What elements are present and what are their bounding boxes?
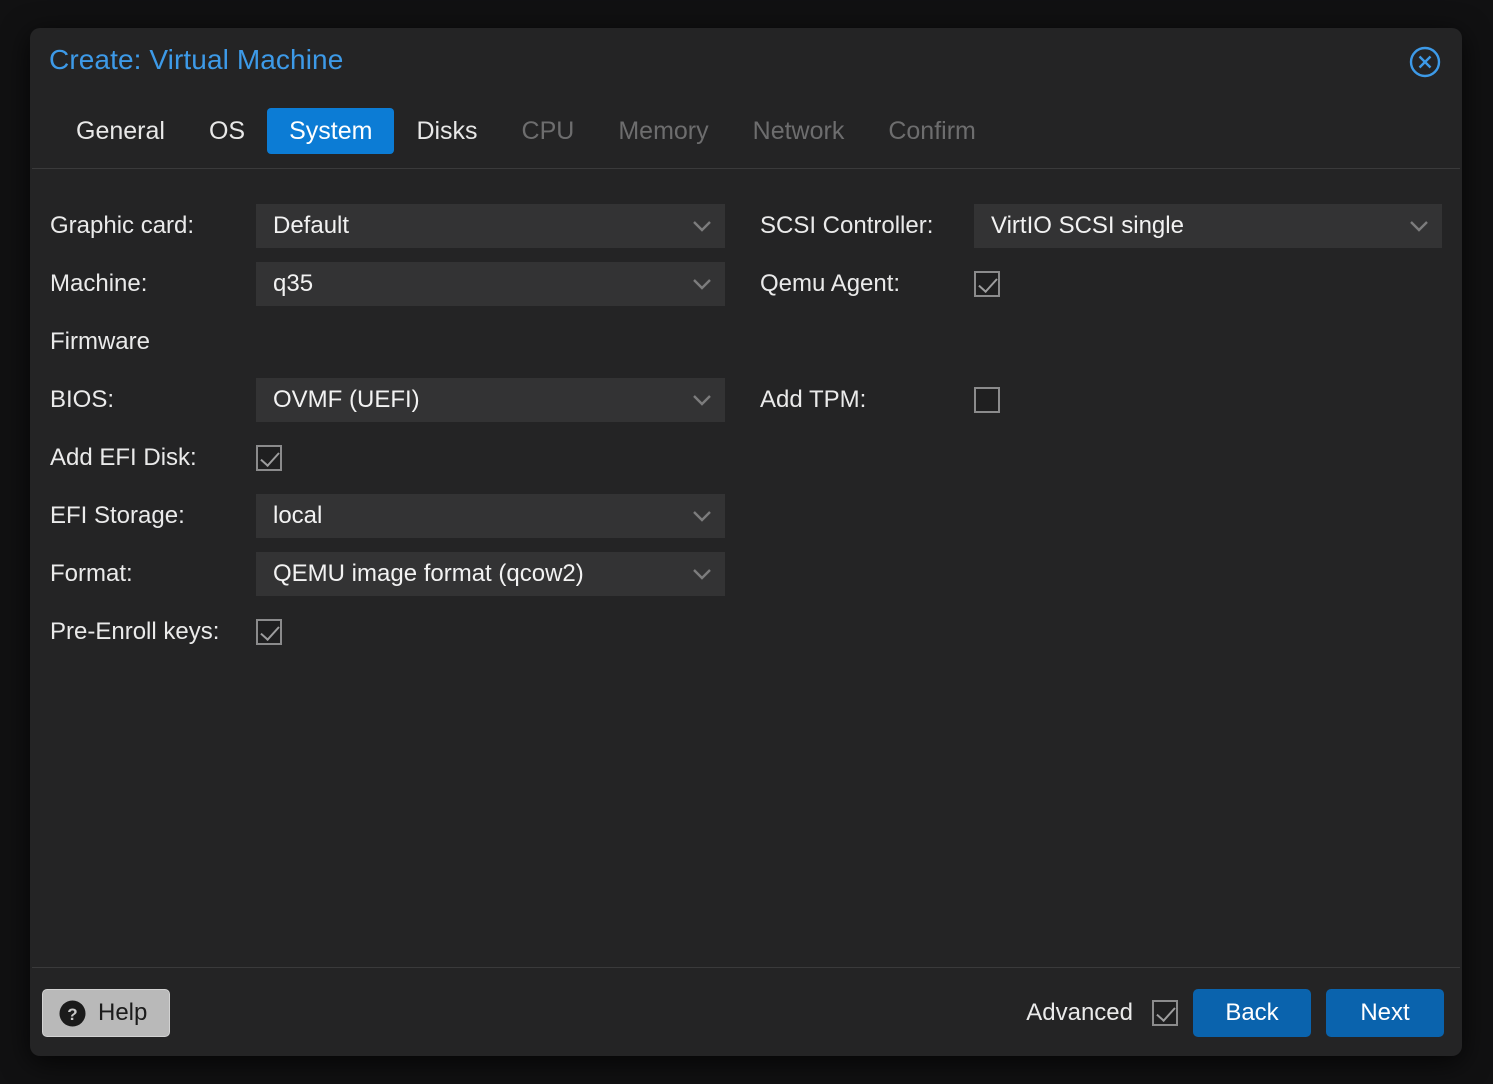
add-efi-disk-checkbox[interactable] bbox=[256, 445, 282, 471]
efi-storage-label: EFI Storage: bbox=[50, 502, 256, 530]
row-qemu-agent: Qemu Agent: bbox=[760, 255, 1442, 313]
system-settings-panel: Graphic card: Default Machine: bbox=[32, 168, 1460, 968]
tab-os[interactable]: OS bbox=[187, 108, 267, 154]
tab-memory: Memory bbox=[596, 108, 730, 154]
chevron-down-icon bbox=[685, 278, 719, 290]
graphic-card-label: Graphic card: bbox=[50, 212, 256, 240]
tab-network: Network bbox=[731, 108, 867, 154]
graphic-card-select[interactable]: Default bbox=[256, 204, 725, 248]
dialog-title: Create: Virtual Machine bbox=[49, 44, 343, 76]
chevron-down-icon bbox=[685, 394, 719, 406]
row-graphic-card: Graphic card: Default bbox=[50, 197, 746, 255]
row-pre-enroll-keys: Pre-Enroll keys: bbox=[50, 603, 746, 661]
create-vm-dialog: Create: Virtual Machine General OS Syste… bbox=[30, 28, 1462, 1056]
add-tpm-checkbox[interactable] bbox=[974, 387, 1000, 413]
add-efi-disk-label: Add EFI Disk: bbox=[50, 444, 256, 472]
row-scsi-controller: SCSI Controller: VirtIO SCSI single bbox=[760, 197, 1442, 255]
chevron-down-icon bbox=[1402, 220, 1436, 232]
scsi-controller-label: SCSI Controller: bbox=[760, 212, 974, 240]
chevron-down-icon bbox=[685, 510, 719, 522]
tab-general[interactable]: General bbox=[54, 108, 187, 154]
bios-value: OVMF (UEFI) bbox=[256, 386, 685, 414]
row-bios: BIOS: OVMF (UEFI) bbox=[50, 371, 746, 429]
scsi-controller-select[interactable]: VirtIO SCSI single bbox=[974, 204, 1442, 248]
screen: Create: Virtual Machine General OS Syste… bbox=[0, 0, 1493, 1084]
row-efi-storage: EFI Storage: local bbox=[50, 487, 746, 545]
add-tpm-label: Add TPM: bbox=[760, 386, 974, 414]
efi-storage-select[interactable]: local bbox=[256, 494, 725, 538]
row-firmware-section: Firmware bbox=[50, 313, 746, 371]
next-button[interactable]: Next bbox=[1326, 989, 1444, 1037]
right-settings-column: SCSI Controller: VirtIO SCSI single Qemu… bbox=[746, 169, 1460, 967]
row-machine: Machine: q35 bbox=[50, 255, 746, 313]
dialog-footer: ? Help Advanced Back Next bbox=[30, 970, 1462, 1056]
svg-text:?: ? bbox=[67, 1005, 77, 1024]
help-button-label: Help bbox=[98, 999, 147, 1027]
efi-storage-value: local bbox=[256, 502, 685, 530]
tab-bar: General OS System Disks CPU Memory Netwo… bbox=[30, 96, 1462, 166]
machine-select[interactable]: q35 bbox=[256, 262, 725, 306]
tab-disks[interactable]: Disks bbox=[394, 108, 499, 154]
dialog-header: Create: Virtual Machine bbox=[30, 28, 1462, 96]
format-select[interactable]: QEMU image format (qcow2) bbox=[256, 552, 725, 596]
chevron-down-icon bbox=[685, 220, 719, 232]
footer-actions: Advanced Back Next bbox=[1026, 989, 1444, 1037]
qemu-agent-label: Qemu Agent: bbox=[760, 270, 974, 298]
question-circle-icon: ? bbox=[59, 1000, 86, 1027]
close-icon[interactable] bbox=[1408, 45, 1442, 79]
format-value: QEMU image format (qcow2) bbox=[256, 560, 685, 588]
bios-label: BIOS: bbox=[50, 386, 256, 414]
qemu-agent-checkbox[interactable] bbox=[974, 271, 1000, 297]
back-button[interactable]: Back bbox=[1193, 989, 1311, 1037]
row-spacer bbox=[760, 313, 1442, 371]
format-label: Format: bbox=[50, 560, 256, 588]
advanced-checkbox[interactable] bbox=[1152, 1000, 1178, 1026]
machine-label: Machine: bbox=[50, 270, 256, 298]
graphic-card-value: Default bbox=[256, 212, 685, 240]
scsi-controller-value: VirtIO SCSI single bbox=[974, 212, 1402, 240]
chevron-down-icon bbox=[685, 568, 719, 580]
machine-value: q35 bbox=[256, 270, 685, 298]
bios-select[interactable]: OVMF (UEFI) bbox=[256, 378, 725, 422]
firmware-section-label: Firmware bbox=[50, 328, 150, 356]
help-button[interactable]: ? Help bbox=[42, 989, 170, 1037]
tab-system[interactable]: System bbox=[267, 108, 394, 154]
row-format: Format: QEMU image format (qcow2) bbox=[50, 545, 746, 603]
pre-enroll-keys-checkbox[interactable] bbox=[256, 619, 282, 645]
row-add-efi-disk: Add EFI Disk: bbox=[50, 429, 746, 487]
advanced-label: Advanced bbox=[1026, 999, 1133, 1027]
tab-confirm: Confirm bbox=[866, 108, 998, 154]
pre-enroll-keys-label: Pre-Enroll keys: bbox=[50, 618, 256, 646]
left-settings-column: Graphic card: Default Machine: bbox=[32, 169, 746, 967]
row-add-tpm: Add TPM: bbox=[760, 371, 1442, 429]
tab-cpu: CPU bbox=[500, 108, 597, 154]
